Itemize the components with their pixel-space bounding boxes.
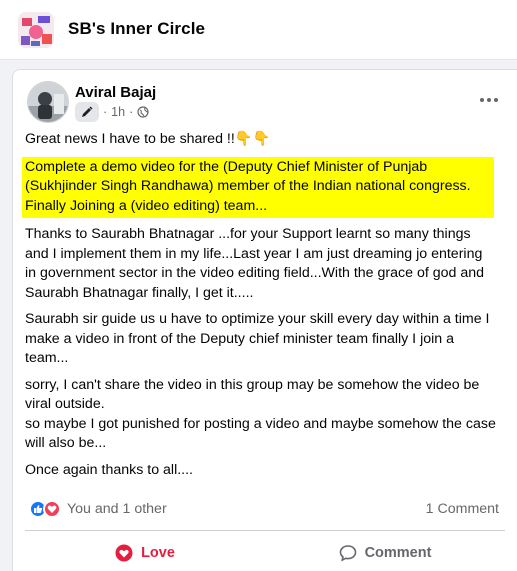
more-options-button[interactable] — [477, 88, 501, 112]
love-button[interactable]: Love — [25, 535, 265, 571]
love-button-label: Love — [141, 545, 175, 561]
dot-separator-2: · — [129, 105, 134, 119]
post-actions: Love Comment — [25, 535, 505, 571]
author-name[interactable]: Aviral Bajaj — [75, 84, 156, 101]
comment-button-label: Comment — [364, 545, 432, 561]
dot-separator: · — [103, 105, 108, 119]
post-closing: Once again thanks to all.... — [25, 461, 193, 478]
post-thanks: Thanks to Saurabh Bhatnagar ...for your … — [25, 226, 485, 301]
author-badge[interactable] — [75, 102, 99, 122]
reaction-summary[interactable]: You and 1 other — [67, 501, 167, 517]
post-sorry-1: sorry, I can't share the video in this g… — [25, 376, 480, 413]
love-button-icon — [115, 544, 133, 562]
reactions-bar: You and 1 other 1 Comment — [29, 498, 499, 520]
post-highlight: Complete a demo video for the (Deputy Ch… — [22, 156, 494, 218]
post-time[interactable]: 1h — [111, 105, 125, 119]
more-icon — [480, 98, 498, 102]
post-intro: Great news I have to be shared !!👇👇 — [25, 131, 271, 147]
actions-divider — [25, 530, 505, 531]
love-icon — [43, 500, 61, 518]
post-sorry-2: so maybe I got punished for posting a vi… — [25, 415, 496, 452]
comment-button[interactable]: Comment — [265, 535, 505, 571]
post-meta: · 1h · — [75, 102, 149, 122]
group-header: SB's Inner Circle — [0, 0, 517, 60]
comment-icon — [339, 545, 356, 562]
group-title[interactable]: SB's Inner Circle — [68, 19, 205, 39]
globe-icon — [137, 106, 149, 118]
pen-badge-icon — [82, 106, 93, 117]
group-avatar[interactable] — [18, 12, 54, 48]
post-guide: Saurabh sir guide us u have to optimize … — [25, 311, 490, 366]
post-body: Great news I have to be shared !!👇👇 Comp… — [22, 130, 497, 487]
comments-count[interactable]: 1 Comment — [426, 501, 499, 517]
author-avatar[interactable] — [27, 81, 69, 123]
reaction-icons[interactable] — [29, 500, 61, 518]
post-card: Aviral Bajaj · 1h · Great news I have to… — [12, 69, 517, 571]
